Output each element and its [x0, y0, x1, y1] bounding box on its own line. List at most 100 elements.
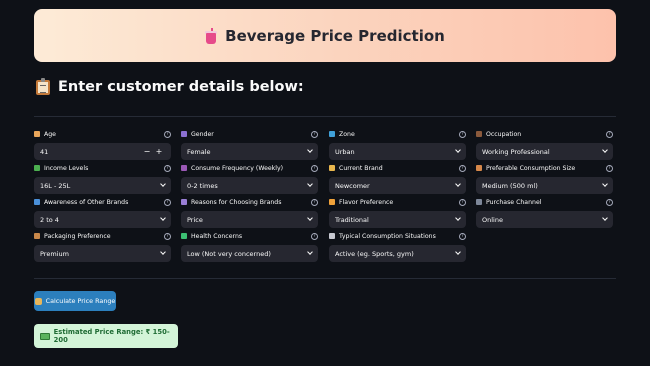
- field-value: Medium (500 ml): [482, 181, 538, 190]
- help-icon[interactable]: ?: [459, 198, 466, 206]
- field-value: Traditional: [335, 215, 369, 224]
- field-value: Urban: [335, 147, 355, 156]
- help-icon[interactable]: ?: [459, 130, 466, 138]
- help-icon[interactable]: ?: [459, 164, 466, 172]
- globe-icon: [329, 131, 335, 137]
- packaging-preference-select[interactable]: Premium: [34, 245, 171, 262]
- help-icon[interactable]: ?: [459, 232, 466, 240]
- field-label: Purchase Channel: [486, 198, 542, 206]
- chevron-down-icon: [602, 181, 608, 187]
- field-consume-frequency-weekly: Consume Frequency (Weekly)? 0-2 times: [181, 161, 318, 194]
- field-label: Typical Consumption Situations: [339, 232, 436, 240]
- form-subheader-text: Enter customer details below:: [58, 79, 304, 95]
- help-icon[interactable]: ?: [164, 198, 171, 206]
- field-current-brand: Current Brand? Newcomer: [329, 161, 466, 194]
- money-icon: [40, 332, 50, 340]
- field-label-row: Income Levels?: [34, 161, 171, 175]
- field-label-row: Awareness of Other Brands?: [34, 195, 171, 209]
- chevron-down-icon: [602, 215, 608, 221]
- field-label: Consume Frequency (Weekly): [191, 164, 284, 172]
- title-banner: Beverage Price Prediction: [34, 9, 616, 62]
- help-icon[interactable]: ?: [164, 130, 171, 138]
- help-icon[interactable]: ?: [606, 164, 613, 172]
- health-concerns-select[interactable]: Low (Not very concerned): [181, 245, 318, 262]
- field-value: Female: [187, 147, 211, 156]
- chevron-down-icon: [307, 147, 313, 153]
- income-levels-select[interactable]: 16L - 25L: [34, 177, 171, 194]
- chevron-down-icon: [307, 249, 313, 255]
- chevron-down-icon: [455, 147, 461, 153]
- increment-button[interactable]: +: [153, 147, 165, 156]
- help-icon[interactable]: ?: [311, 198, 318, 206]
- field-label: Preferable Consumption Size: [486, 164, 576, 172]
- field-occupation: Occupation? Working Professional: [476, 127, 613, 160]
- briefcase-icon: [476, 131, 482, 137]
- field-value: 0-2 times: [187, 181, 218, 190]
- field-label-row: Gender?: [181, 127, 318, 141]
- field-value: Newcomer: [335, 181, 370, 190]
- field-value: 16L - 25L: [40, 181, 71, 190]
- flavor-icon: [329, 199, 335, 205]
- help-icon[interactable]: ?: [164, 164, 171, 172]
- field-label: Packaging Preference: [44, 232, 111, 240]
- consume-frequency-weekly-select[interactable]: 0-2 times: [181, 177, 318, 194]
- flavor-preference-select[interactable]: Traditional: [329, 211, 466, 228]
- help-icon[interactable]: ?: [606, 198, 613, 206]
- money-icon: [34, 165, 40, 171]
- cart-icon: [476, 199, 482, 205]
- tag-icon: [329, 165, 335, 171]
- field-label: Age: [44, 130, 56, 138]
- gender-select[interactable]: Female: [181, 143, 318, 160]
- age-number-input[interactable]: 41 − +: [34, 143, 171, 160]
- decrement-button[interactable]: −: [141, 147, 153, 156]
- purchase-channel-select[interactable]: Online: [476, 211, 613, 228]
- cup-icon: [476, 165, 482, 171]
- help-icon[interactable]: ?: [311, 164, 318, 172]
- field-value: Price: [187, 215, 203, 224]
- current-brand-select[interactable]: Newcomer: [329, 177, 466, 194]
- help-icon[interactable]: ?: [606, 130, 613, 138]
- help-icon[interactable]: ?: [311, 232, 318, 240]
- help-icon[interactable]: ?: [164, 232, 171, 240]
- cup-with-straw-icon: [205, 27, 218, 44]
- chevron-down-icon: [307, 181, 313, 187]
- id-card-icon: [34, 131, 40, 137]
- calculate-price-range-button[interactable]: Calculate Price Range: [34, 291, 116, 311]
- field-label-row: Occupation?: [476, 127, 613, 141]
- field-value: Low (Not very concerned): [187, 249, 271, 258]
- field-health-concerns: Health Concerns? Low (Not very concerned): [181, 229, 318, 262]
- field-label: Health Concerns: [191, 232, 243, 240]
- calendar-icon: [181, 165, 187, 171]
- hand-icon: [34, 297, 42, 305]
- field-flavor-preference: Flavor Preference? Traditional: [329, 195, 466, 228]
- field-typical-consumption-situations: Typical Consumption Situations? Active (e…: [329, 229, 466, 262]
- field-label-row: Packaging Preference?: [34, 229, 171, 243]
- thinking-icon: [181, 199, 187, 205]
- field-label: Occupation: [486, 130, 522, 138]
- chevron-down-icon: [160, 181, 166, 187]
- field-purchase-channel: Purchase Channel? Online: [476, 195, 613, 228]
- divider-bottom: [34, 278, 616, 279]
- field-label-row: Age?: [34, 127, 171, 141]
- awareness-of-other-brands-select[interactable]: 2 to 4: [34, 211, 171, 228]
- form-subheader: Enter customer details below:: [36, 77, 304, 95]
- field-label-row: Zone?: [329, 127, 466, 141]
- zone-select[interactable]: Urban: [329, 143, 466, 160]
- chevron-down-icon: [307, 215, 313, 221]
- field-label-row: Consume Frequency (Weekly)?: [181, 161, 318, 175]
- reasons-for-choosing-brands-select[interactable]: Price: [181, 211, 318, 228]
- divider-top: [34, 116, 616, 117]
- package-icon: [34, 233, 40, 239]
- help-icon[interactable]: ?: [311, 130, 318, 138]
- people-icon: [181, 131, 187, 137]
- estimated-price-result: Estimated Price Range: ₹ 150-200: [34, 324, 178, 348]
- field-label-row: Typical Consumption Situations?: [329, 229, 466, 243]
- typical-consumption-situations-select[interactable]: Active (eg. Sports, gym): [329, 245, 466, 262]
- field-value: Working Professional: [482, 147, 550, 156]
- clipboard-icon: [36, 77, 50, 95]
- field-label-row: Purchase Channel?: [476, 195, 613, 209]
- chevron-down-icon: [455, 249, 461, 255]
- preferable-consumption-size-select[interactable]: Medium (500 ml): [476, 177, 613, 194]
- occupation-select[interactable]: Working Professional: [476, 143, 613, 160]
- chevron-down-icon: [602, 147, 608, 153]
